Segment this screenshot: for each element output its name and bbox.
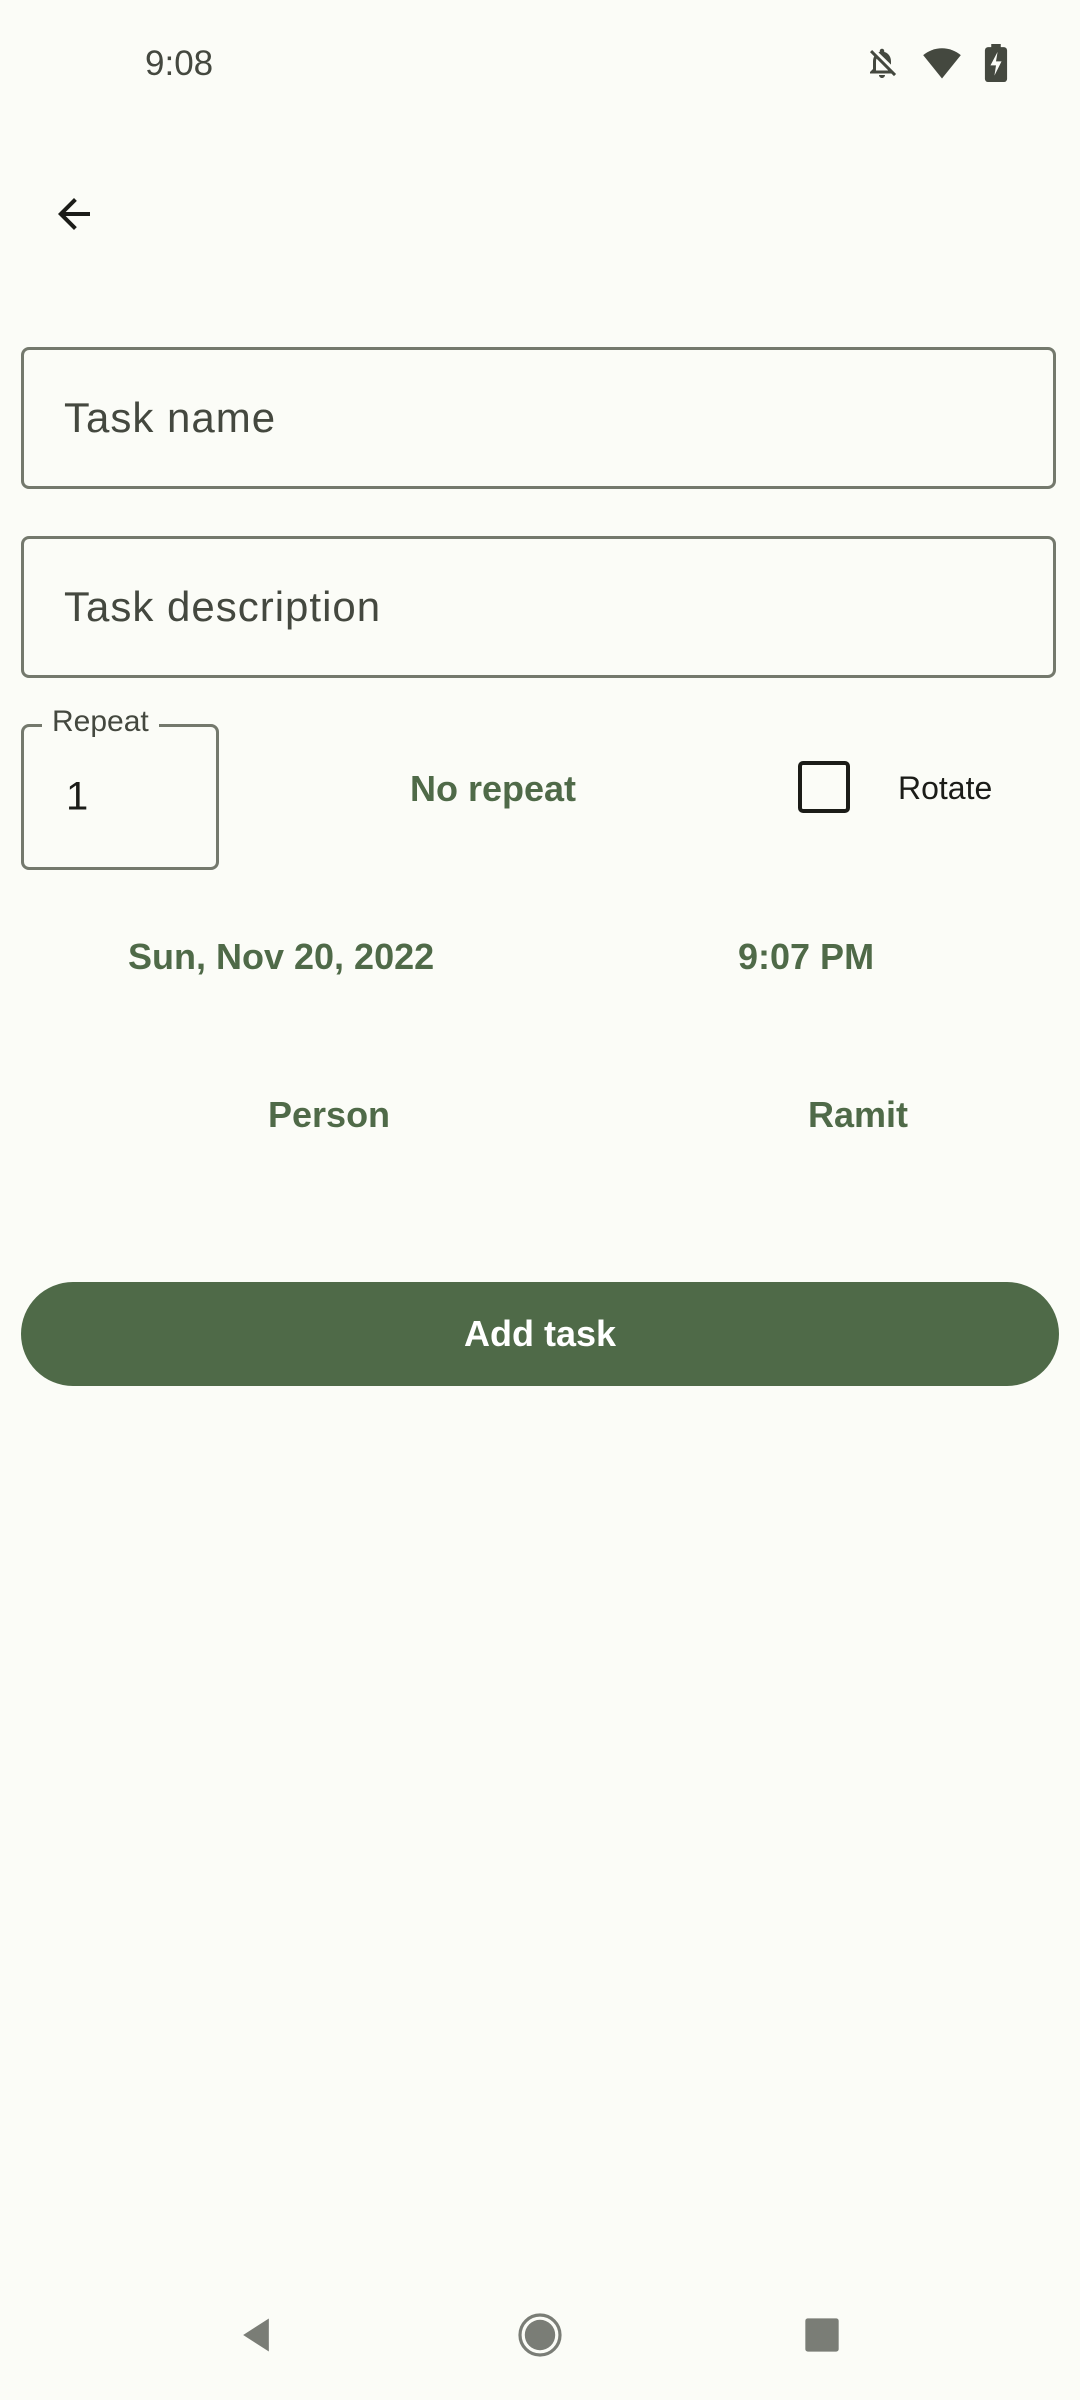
status-bar: 9:08	[0, 0, 1080, 136]
add-task-button[interactable]: Add task	[21, 1282, 1059, 1386]
arrow-back-icon	[50, 190, 98, 243]
rotate-label: Rotate	[898, 770, 993, 806]
nav-back-button[interactable]	[196, 2274, 316, 2400]
repeat-label: Repeat	[42, 705, 159, 739]
back-button[interactable]	[38, 180, 110, 252]
repeat-input[interactable]: Repeat 1	[21, 705, 219, 870]
nav-back-icon	[234, 2313, 278, 2362]
rotate-checkbox[interactable]	[798, 761, 850, 813]
status-time: 9:08	[145, 44, 214, 83]
task-description-input[interactable]: Task description	[21, 536, 1056, 678]
repeat-value: 1	[66, 774, 89, 819]
person-select-button[interactable]: Ramit	[808, 1094, 908, 1136]
add-task-label: Add task	[463, 1313, 617, 1354]
task-name-placeholder: Task name	[64, 394, 277, 441]
wifi-icon	[922, 45, 962, 81]
nav-home-icon	[516, 2311, 564, 2364]
notifications-off-icon	[864, 44, 900, 82]
repeat-mode-button[interactable]: No repeat	[410, 768, 576, 810]
nav-home-button[interactable]	[480, 2274, 600, 2400]
person-label-button[interactable]: Person	[268, 1094, 390, 1136]
nav-recents-icon	[802, 2315, 842, 2360]
task-name-input[interactable]: Task name	[21, 347, 1056, 489]
task-description-placeholder: Task description	[64, 583, 382, 630]
battery-charging-icon	[984, 44, 1008, 82]
status-icons	[864, 44, 1008, 82]
navigation-bar	[0, 2274, 1080, 2400]
nav-recents-button[interactable]	[762, 2274, 882, 2400]
date-picker-button[interactable]: Sun, Nov 20, 2022	[128, 936, 434, 978]
time-picker-button[interactable]: 9:07 PM	[738, 936, 874, 978]
